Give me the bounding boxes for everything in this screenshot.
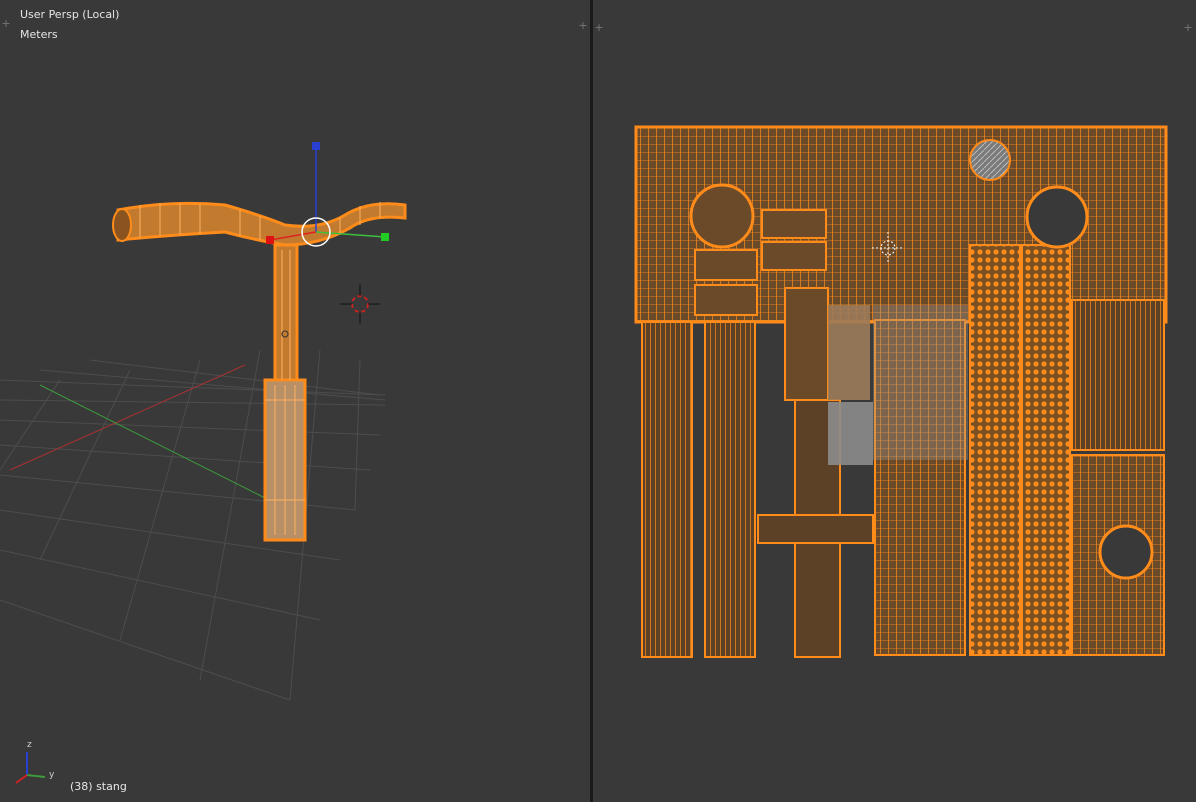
object-info-label: (38) stang <box>70 780 127 793</box>
axis-y-label: y <box>49 770 55 780</box>
3d-cursor-icon <box>340 284 380 324</box>
axis-gizmo-icon <box>15 752 46 784</box>
handlebar-mesh <box>112 201 407 247</box>
uv-layout <box>634 125 1168 658</box>
3d-viewport[interactable]: User Persp (Local) Meters + + z y (38) s… <box>0 0 590 802</box>
axis-z-label: z <box>27 740 32 750</box>
stem-mesh <box>263 243 307 542</box>
uv-editor-viewport[interactable]: + + <box>593 0 1196 802</box>
3d-scene <box>0 142 407 784</box>
floor-grid <box>0 349 386 701</box>
x-axis-line <box>9 364 246 471</box>
